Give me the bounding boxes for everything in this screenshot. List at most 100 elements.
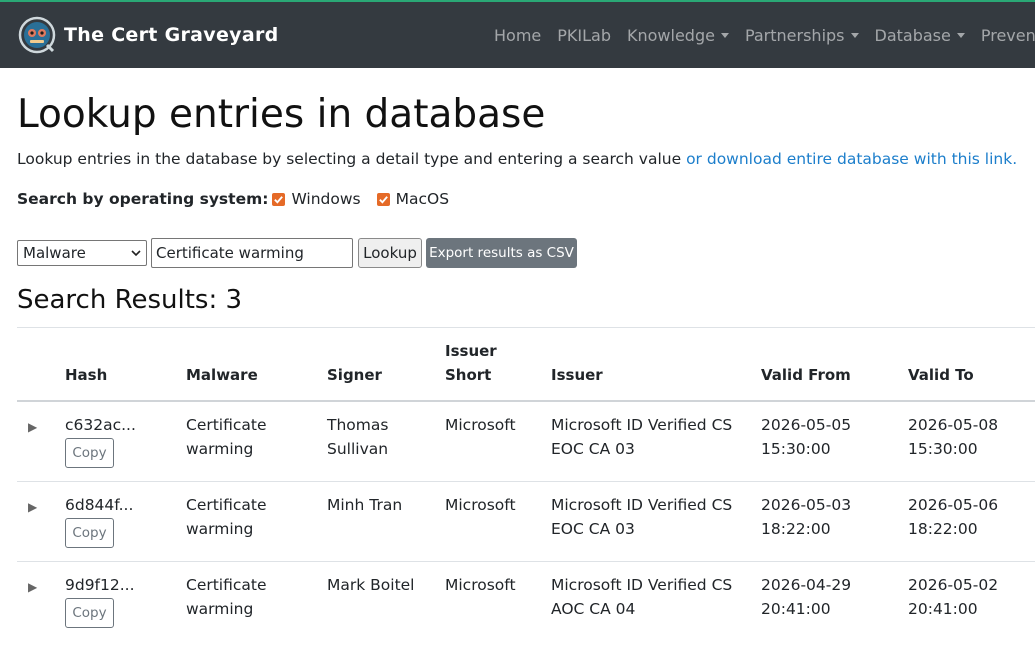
valid-to-cell: 2026-05-02 20:41:00 bbox=[908, 573, 998, 621]
malware-line2: warming bbox=[186, 520, 254, 538]
caret-down-icon bbox=[956, 32, 965, 38]
valid-to-date: 2026-05-06 bbox=[908, 496, 999, 514]
col-header-issuer-short-line1: Issuer bbox=[445, 342, 497, 360]
malware-cell: Certificate warming bbox=[186, 413, 267, 461]
issuer-short-cell: Microsoft bbox=[445, 416, 516, 434]
col-header-issuer-short-line2: Short bbox=[445, 366, 492, 384]
expand-row-icon[interactable]: ▶ bbox=[28, 500, 37, 514]
valid-to-date: 2026-05-02 bbox=[908, 576, 999, 594]
signer-line1: Thomas bbox=[327, 416, 389, 434]
signer-cell: Mark Boitel bbox=[327, 573, 415, 597]
nav-home[interactable]: Home bbox=[494, 26, 541, 45]
col-header-malware[interactable]: Malware bbox=[186, 363, 258, 387]
intro-text: Lookup entries in the database by select… bbox=[17, 150, 687, 168]
results-heading: Search Results: 3 bbox=[17, 285, 243, 315]
valid-to-time: 18:22:00 bbox=[908, 520, 978, 538]
caret-down-icon bbox=[720, 32, 729, 38]
nav-menu: Home PKILab Knowledge Partnerships Datab… bbox=[494, 2, 1035, 68]
valid-from-date: 2026-05-05 bbox=[761, 416, 852, 434]
copy-hash-button[interactable]: Copy bbox=[65, 438, 114, 468]
valid-to-date: 2026-05-08 bbox=[908, 416, 999, 434]
issuer-cell: Microsoft ID Verified CS EOC CA 03 bbox=[551, 493, 732, 541]
nav-partnerships-dropdown[interactable]: Partnerships bbox=[745, 26, 859, 45]
issuer-short-cell: Microsoft bbox=[445, 496, 516, 514]
issuer-line1: Microsoft ID Verified CS bbox=[551, 496, 733, 514]
signer-line2: Sullivan bbox=[327, 440, 389, 458]
valid-to-cell: 2026-05-06 18:22:00 bbox=[908, 493, 998, 541]
hash-cell: 9d9f12... bbox=[65, 576, 135, 594]
windows-label: Windows bbox=[291, 190, 361, 208]
issuer-line1: Microsoft ID Verified CS bbox=[551, 576, 733, 594]
malware-line1: Certificate bbox=[186, 576, 267, 594]
signer-cell: Thomas Sullivan bbox=[327, 413, 388, 461]
col-header-signer[interactable]: Signer bbox=[327, 363, 382, 387]
macos-label: MacOS bbox=[395, 190, 450, 208]
malware-line2: warming bbox=[186, 440, 254, 458]
os-filter-label: Search by operating system: bbox=[17, 190, 269, 208]
export-csv-button[interactable]: Export results as CSV bbox=[426, 238, 577, 268]
page-title: Lookup entries in database bbox=[17, 92, 546, 137]
nav-knowledge-dropdown[interactable]: Knowledge bbox=[627, 26, 729, 45]
issuer-cell: Microsoft ID Verified CS EOC CA 03 bbox=[551, 413, 732, 461]
chevron-down-icon bbox=[131, 249, 141, 256]
download-database-link[interactable]: or download entire database with this li… bbox=[686, 150, 1017, 168]
col-header-valid-to[interactable]: Valid To bbox=[908, 363, 974, 387]
issuer-short-cell: Microsoft bbox=[445, 576, 516, 594]
signer-line1: Minh Tran bbox=[327, 496, 403, 514]
signer-line1: Mark Boitel bbox=[327, 576, 415, 594]
table-top-border bbox=[17, 327, 1035, 328]
checkmark-icon bbox=[274, 195, 284, 204]
malware-cell: Certificate warming bbox=[186, 573, 267, 621]
hash-cell: c632ac... bbox=[65, 416, 136, 434]
copy-hash-button[interactable]: Copy bbox=[65, 518, 114, 548]
valid-to-time: 20:41:00 bbox=[908, 600, 978, 618]
malware-line2: warming bbox=[186, 600, 254, 618]
lookup-button[interactable]: Lookup bbox=[358, 238, 422, 268]
detail-type-value: Malware bbox=[23, 244, 86, 262]
os-filter: Search by operating system: Windows MacO… bbox=[17, 190, 465, 208]
issuer-line2: EOC CA 03 bbox=[551, 440, 635, 458]
col-header-issuer[interactable]: Issuer bbox=[551, 363, 603, 387]
col-header-hash[interactable]: Hash bbox=[65, 363, 107, 387]
hash-cell: 6d844f... bbox=[65, 496, 134, 514]
malware-line1: Certificate bbox=[186, 416, 267, 434]
nav-database-label: Database bbox=[874, 25, 951, 45]
search-input-value: Certificate warming bbox=[156, 244, 304, 262]
nav-knowledge-label: Knowledge bbox=[626, 25, 715, 45]
brand-title: The Cert Graveyard bbox=[64, 24, 279, 46]
valid-from-time: 18:22:00 bbox=[761, 520, 831, 538]
valid-to-time: 15:30:00 bbox=[908, 440, 978, 458]
expand-row-icon[interactable]: ▶ bbox=[28, 580, 37, 594]
nav-prevention-label: Prevention bbox=[980, 25, 1035, 45]
nav-database-dropdown[interactable]: Database bbox=[875, 26, 965, 45]
graveyard-logo-icon bbox=[18, 16, 56, 54]
detail-type-select[interactable]: Malware bbox=[17, 240, 147, 266]
nav-pkilab[interactable]: PKILab bbox=[557, 26, 611, 45]
intro-paragraph: Lookup entries in the database by select… bbox=[17, 150, 1017, 168]
valid-from-cell: 2026-04-29 20:41:00 bbox=[761, 573, 851, 621]
nav-partnerships-label: Partnerships bbox=[744, 25, 845, 45]
nav-home-label: Home bbox=[494, 25, 542, 45]
valid-from-cell: 2026-05-03 18:22:00 bbox=[761, 493, 851, 541]
col-header-issuer-short[interactable]: Issuer Short bbox=[445, 339, 497, 387]
nav-pkilab-label: PKILab bbox=[557, 25, 611, 45]
row-divider bbox=[17, 561, 1035, 562]
issuer-line2: AOC CA 04 bbox=[551, 600, 636, 618]
brand[interactable]: The Cert Graveyard bbox=[18, 15, 279, 55]
valid-from-time: 15:30:00 bbox=[761, 440, 831, 458]
windows-checkbox[interactable] bbox=[272, 192, 286, 206]
nav-prevention[interactable]: Prevention bbox=[981, 26, 1035, 45]
caret-down-icon bbox=[850, 32, 859, 38]
macos-checkbox[interactable] bbox=[376, 192, 390, 206]
copy-hash-button[interactable]: Copy bbox=[65, 598, 114, 628]
issuer-line1: Microsoft ID Verified CS bbox=[551, 416, 733, 434]
expand-row-icon[interactable]: ▶ bbox=[28, 420, 37, 434]
malware-cell: Certificate warming bbox=[186, 493, 267, 541]
search-input[interactable]: Certificate warming bbox=[151, 238, 353, 268]
issuer-line2: EOC CA 03 bbox=[551, 520, 635, 538]
col-header-valid-from[interactable]: Valid From bbox=[761, 363, 851, 387]
valid-from-time: 20:41:00 bbox=[761, 600, 831, 618]
malware-line1: Certificate bbox=[186, 496, 267, 514]
issuer-cell: Microsoft ID Verified CS AOC CA 04 bbox=[551, 573, 732, 621]
navbar: The Cert Graveyard Home PKILab Knowledge… bbox=[0, 0, 1035, 68]
